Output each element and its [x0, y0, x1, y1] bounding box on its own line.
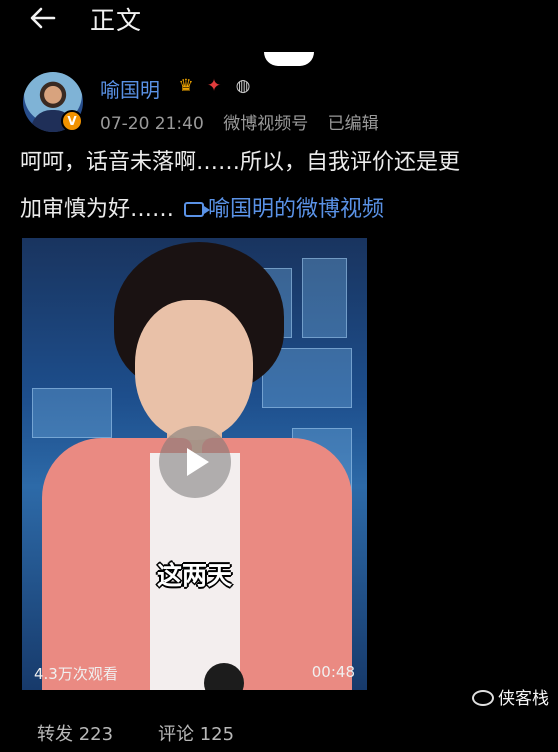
post-text: 呵呵，话音未落啊……所以，自我评价还是更 [20, 150, 461, 175]
watermark-text: 侠客栈 [498, 689, 549, 709]
repost-button[interactable]: 转发 223 [37, 720, 113, 746]
video-player[interactable]: 这两天 4.3万次观看 00:48 [22, 238, 367, 690]
post-source[interactable]: 微博视频号 [223, 114, 308, 134]
top-bar: 正文 [0, 0, 558, 36]
medal-badge-icon[interactable]: ◍ [232, 75, 254, 97]
back-arrow-icon[interactable] [28, 4, 58, 32]
ribbon-badge-icon[interactable]: ✦ [203, 75, 225, 97]
video-duration: 00:48 [311, 663, 355, 681]
post-edited-label[interactable]: 已编辑 [328, 114, 379, 134]
play-button-icon[interactable] [159, 426, 231, 498]
post-text-continued: 加审慎为好…… [20, 197, 175, 222]
page-title: 正文 [90, 6, 143, 35]
crown-badge-icon[interactable]: ♛ [175, 75, 197, 97]
post-footer: 转发 223 评论 125 [0, 716, 558, 752]
view-count: 4.3万次观看 [34, 665, 118, 683]
video-link[interactable]: 喻国明的微博视频 [208, 197, 384, 222]
wechat-icon [472, 690, 494, 706]
post-date: 07-20 21:40 [100, 114, 204, 134]
post-meta: 07-20 21:40 微博视频号 已编辑 [100, 109, 393, 134]
anchor-face [135, 300, 253, 440]
video-subtitle: 这两天 [156, 561, 232, 590]
author-name[interactable]: 喻国明 [100, 74, 160, 103]
post-text-line2: 加审慎为好…… 喻国明的微博视频 [20, 192, 384, 227]
video-camera-icon [184, 202, 211, 217]
comment-button[interactable]: 评论 125 [158, 720, 234, 746]
watermark: 侠客栈 [472, 684, 549, 709]
verified-badge-icon: V [61, 110, 83, 132]
pull-indicator [264, 52, 314, 66]
